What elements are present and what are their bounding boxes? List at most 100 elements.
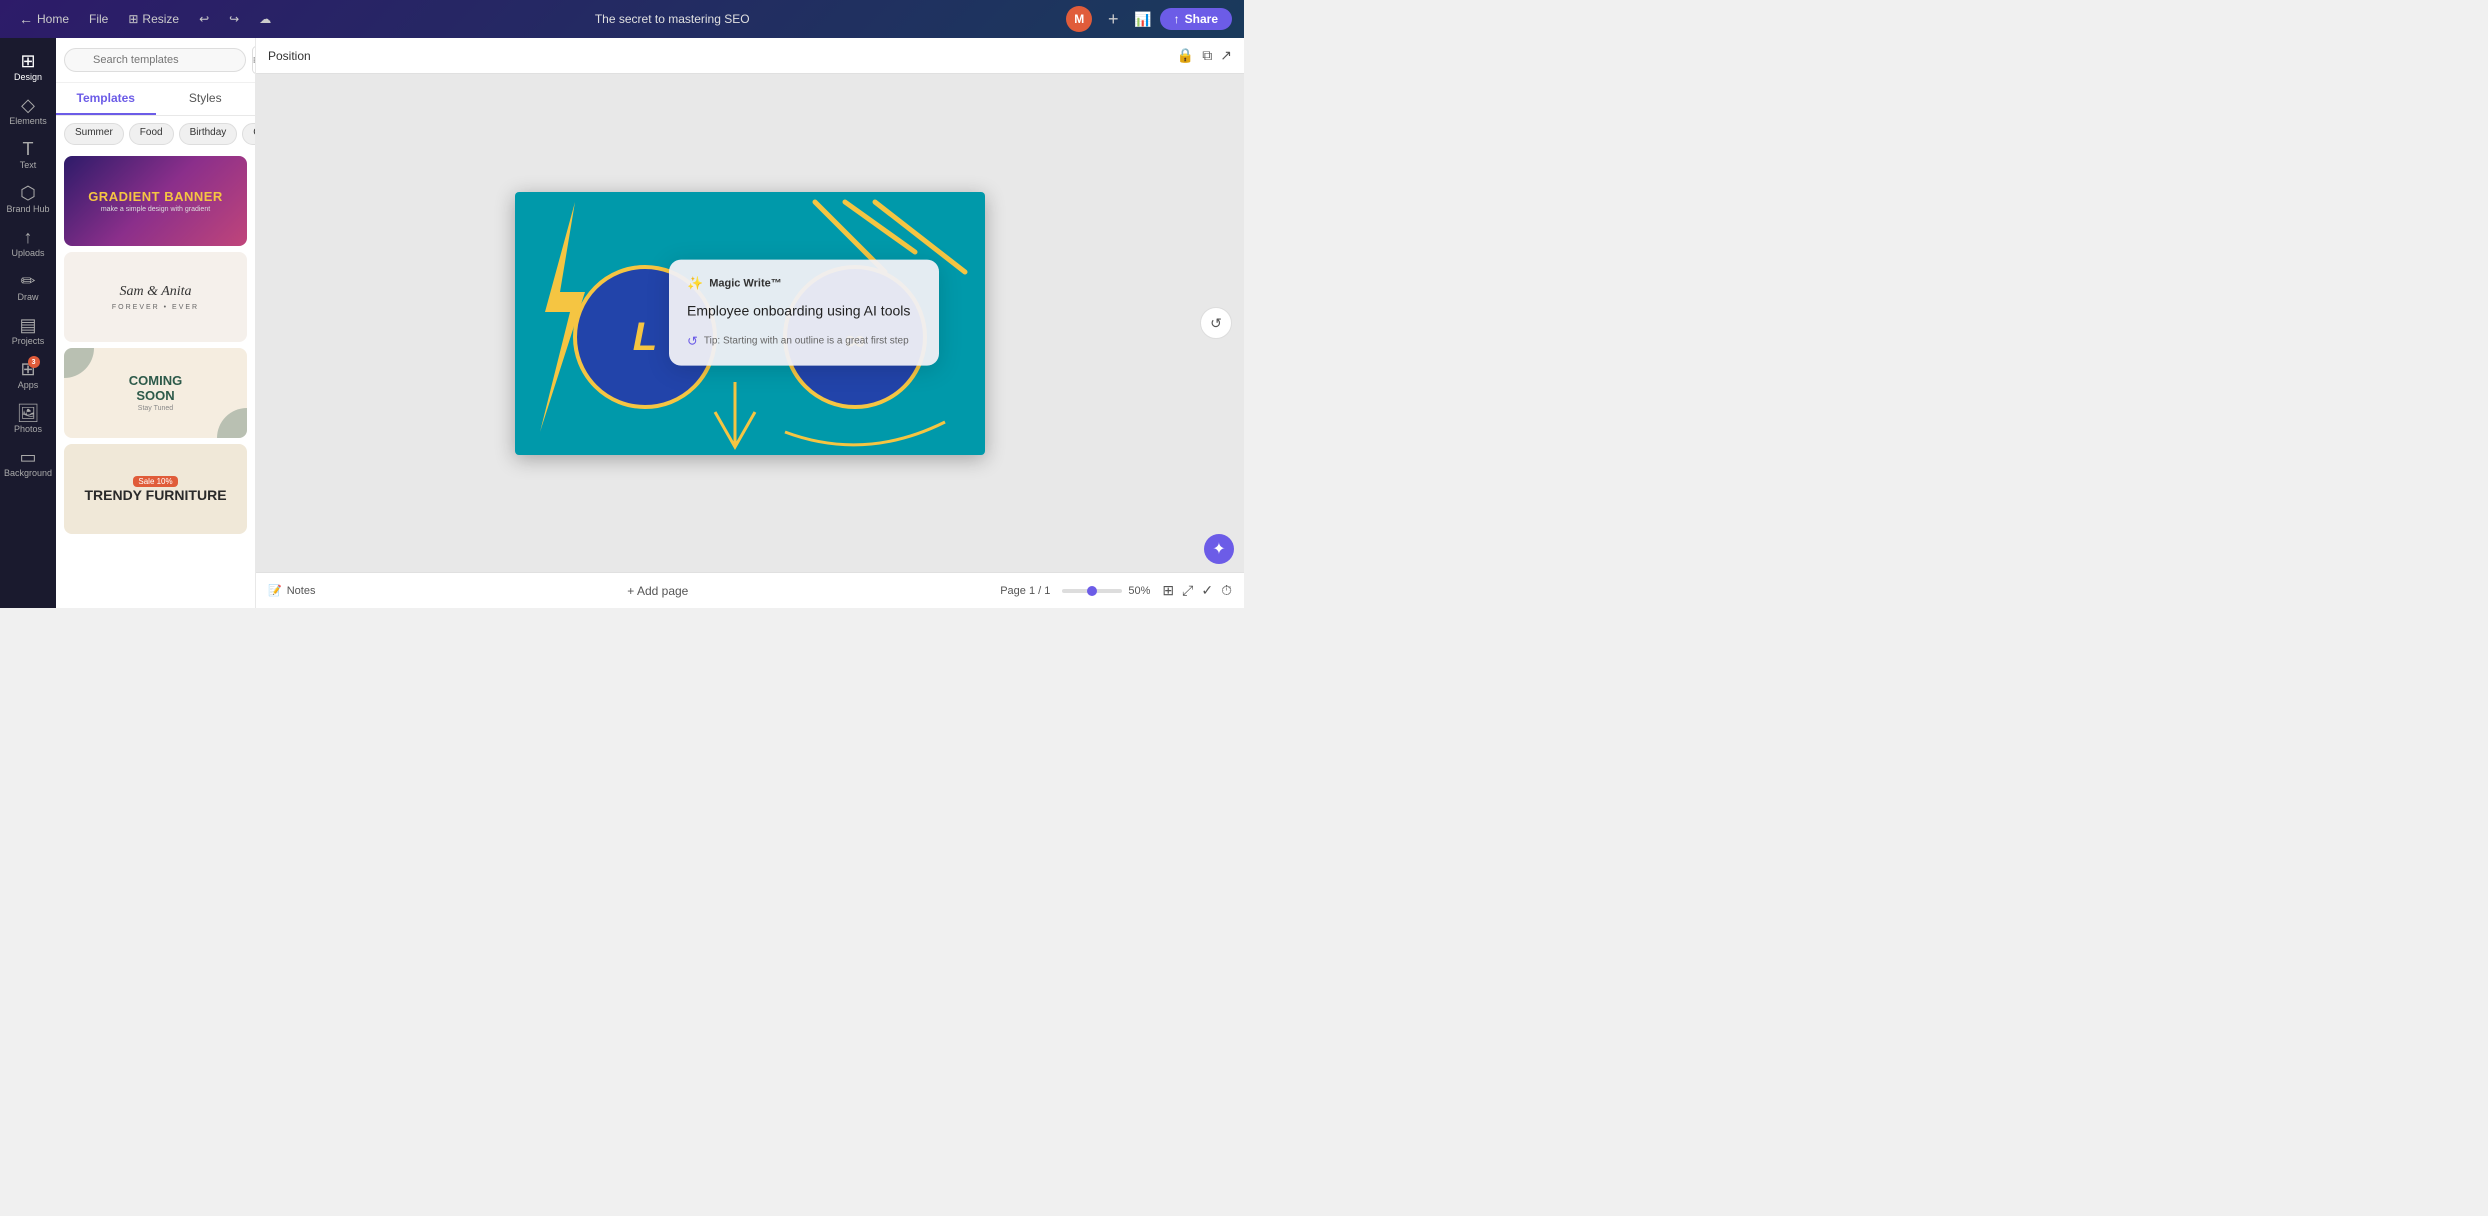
chip-collage[interactable]: Collage: [242, 123, 255, 145]
main-layout: ⊞ Design ◇ Elements T Text ⬡ Brand Hub ↑…: [0, 38, 1244, 608]
sidebar-item-uploads[interactable]: ↑ Uploads: [2, 222, 54, 264]
undo-icon: ↩: [199, 12, 209, 26]
refresh-button[interactable]: ↺: [1200, 307, 1232, 339]
template-preview-wedding: Sam & Anita FOREVER • EVER: [64, 252, 247, 342]
template-sale: Sale 10%: [133, 476, 177, 487]
file-button[interactable]: File: [82, 9, 115, 29]
sidebar-item-projects[interactable]: ▤ Projects: [2, 310, 54, 352]
template-card[interactable]: Sale 10% TRENDY FURNITURE: [64, 444, 247, 534]
projects-icon: ▤: [19, 316, 36, 334]
timer-icon[interactable]: ⏱: [1221, 582, 1232, 599]
bottom-icons: ⊞ ⤢ ✓ ⏱: [1162, 582, 1232, 599]
lock-icon[interactable]: 🔒: [1177, 47, 1194, 64]
canvas-slide[interactable]: L ∞ ✨ Magic Write™ Employee o: [515, 192, 985, 455]
tip-text: Tip: Starting with an outline is a great…: [704, 336, 909, 347]
save-status-button[interactable]: ☁: [252, 9, 278, 29]
notification-badge: 3: [28, 356, 40, 368]
share-icon: ↑: [1174, 12, 1180, 26]
expand-icon[interactable]: ⤢: [1182, 582, 1193, 599]
position-label: Position: [268, 49, 311, 63]
topbar: ← Home File ⊞ Resize ↩ ↪ ☁ The secret to…: [0, 0, 1244, 38]
chip-food[interactable]: Food: [129, 123, 174, 145]
zoom-control: 50%: [1062, 585, 1150, 597]
page-info: Page 1 / 1: [1000, 585, 1050, 597]
template-preview-coming: COMING SOON Stay Tuned: [64, 348, 247, 438]
template-coming-soon: COMING SOON: [129, 374, 182, 403]
refresh-icon: ↺: [1210, 315, 1222, 332]
help-button[interactable]: ✦: [1204, 534, 1234, 564]
sidebar-item-label: Photos: [14, 424, 42, 434]
text-icon: T: [23, 140, 34, 158]
magic-wand-icon: ✨: [687, 276, 703, 292]
notes-button[interactable]: 📝 Notes: [268, 584, 315, 597]
check-icon[interactable]: ✓: [1201, 582, 1213, 599]
sidebar-item-design[interactable]: ⊞ Design: [2, 46, 54, 88]
redo-button[interactable]: ↪: [222, 9, 246, 29]
zoom-slider[interactable]: [1062, 589, 1122, 593]
topbar-center: The secret to mastering SEO: [286, 12, 1058, 26]
sidebar-item-background[interactable]: ▭ Background: [2, 442, 54, 484]
deco-corner-br: [217, 408, 247, 438]
undo-button[interactable]: ↩: [192, 9, 216, 29]
sidebar-item-brand-hub[interactable]: ⬡ Brand Hub: [2, 178, 54, 220]
user-avatar[interactable]: M: [1066, 6, 1092, 32]
template-card[interactable]: COMING SOON Stay Tuned: [64, 348, 247, 438]
template-furniture-title: TRENDY FURNITURE: [84, 487, 226, 503]
notes-label: Notes: [287, 585, 316, 597]
tab-templates[interactable]: Templates: [56, 83, 156, 115]
magic-write-tip: ↺ Tip: Starting with an outline is a gre…: [687, 333, 921, 349]
elements-icon: ◇: [21, 96, 35, 114]
magic-write-header: ✨ Magic Write™: [687, 276, 921, 292]
home-icon: ←: [19, 11, 33, 27]
export-icon[interactable]: ↗: [1220, 47, 1232, 64]
design-icon: ⊞: [20, 52, 35, 70]
panel-tabs: Templates Styles: [56, 83, 255, 116]
resize-button[interactable]: ⊞ Resize: [121, 9, 186, 29]
template-sub2: Stay Tuned: [138, 405, 173, 412]
sidebar-icons: ⊞ Design ◇ Elements T Text ⬡ Brand Hub ↑…: [0, 38, 56, 608]
home-button[interactable]: ← Home: [12, 8, 76, 30]
sidebar-item-label: Projects: [12, 336, 45, 346]
template-card[interactable]: GRADIENT BANNER make a simple design wit…: [64, 156, 247, 246]
analytics-button[interactable]: 📊: [1134, 11, 1151, 28]
tab-styles[interactable]: Styles: [156, 83, 256, 115]
svg-text:L: L: [633, 315, 657, 359]
canvas-toolbar-icons: 🔒 ⧉ ↗: [1177, 47, 1232, 64]
add-collaborator-button[interactable]: +: [1100, 6, 1126, 32]
deco-corner-tl: [64, 348, 94, 378]
sidebar-item-text[interactable]: T Text: [2, 134, 54, 176]
magic-write-dialog: ✨ Magic Write™ Employee onboarding using…: [669, 260, 939, 366]
uploads-icon: ↑: [24, 228, 33, 246]
left-panel: 🔍 ≡ Templates Styles Summer Food Bir: [56, 38, 256, 608]
template-card[interactable]: Sam & Anita FOREVER • EVER: [64, 252, 247, 342]
template-preview-gradient: GRADIENT BANNER make a simple design wit…: [64, 156, 247, 246]
magic-write-content: Employee onboarding using AI tools: [687, 302, 921, 322]
search-input[interactable]: [64, 48, 246, 72]
add-page-button[interactable]: + Add page: [627, 584, 688, 598]
zoom-dot: [1087, 586, 1097, 596]
canvas-container: L ∞ ✨ Magic Write™ Employee o: [256, 74, 1244, 572]
share-button[interactable]: ↑ Share: [1160, 8, 1232, 30]
background-icon: ▭: [19, 448, 36, 466]
zoom-level: 50%: [1128, 585, 1150, 597]
template-sub: make a simple design with gradient: [101, 206, 210, 213]
sidebar-item-label: Draw: [17, 292, 38, 302]
sidebar-item-photos[interactable]: 🖼 Photos: [2, 398, 54, 440]
sidebar-item-label: Design: [14, 72, 42, 82]
sidebar-item-elements[interactable]: ◇ Elements: [2, 90, 54, 132]
sidebar-item-draw[interactable]: ✏ Draw: [2, 266, 54, 308]
photos-icon: 🖼: [17, 404, 40, 422]
sidebar-item-apps[interactable]: ⊞ 3 Apps: [2, 354, 54, 396]
document-title: The secret to mastering SEO: [595, 12, 750, 26]
chip-summer[interactable]: Summer: [64, 123, 124, 145]
sidebar-item-label: Apps: [18, 380, 39, 390]
canvas-toolbar: Position 🔒 ⧉ ↗: [256, 38, 1244, 74]
copy-icon[interactable]: ⧉: [1202, 47, 1212, 64]
styles-tab-label: Styles: [189, 91, 222, 105]
template-preview-furniture: Sale 10% TRENDY FURNITURE: [64, 444, 247, 534]
resize-label: Resize: [142, 12, 179, 26]
chip-birthday[interactable]: Birthday: [179, 123, 238, 145]
sidebar-item-label: Elements: [9, 116, 47, 126]
notes-icon: 📝: [268, 584, 282, 597]
grid-icon[interactable]: ⊞: [1162, 582, 1174, 599]
